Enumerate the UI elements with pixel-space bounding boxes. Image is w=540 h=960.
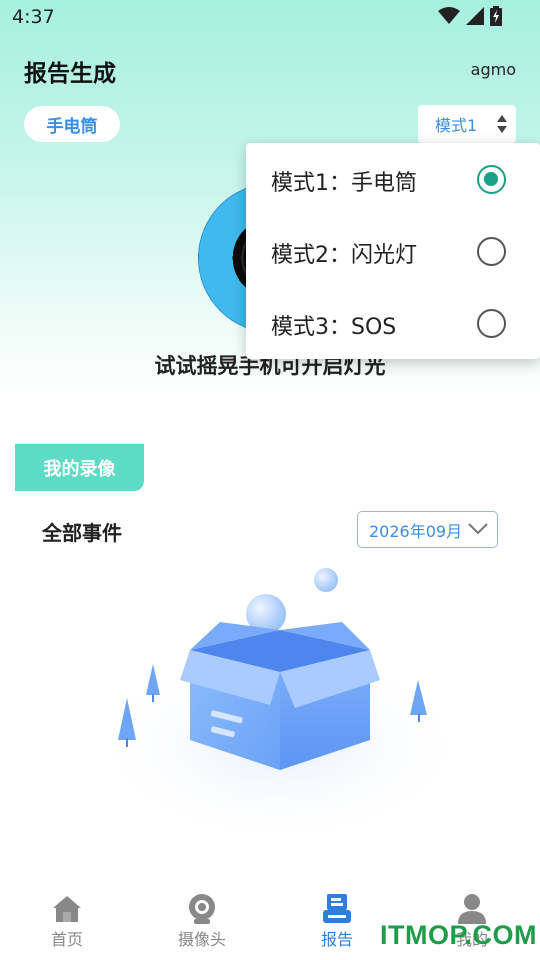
dropdown-option-sos[interactable]: 模式3：SOS: [246, 287, 540, 359]
flashlight-mode-pill[interactable]: 手电筒: [24, 106, 120, 142]
mode-select[interactable]: 模式1: [418, 105, 516, 143]
dropdown-option-flashlight[interactable]: 模式1：手电筒: [246, 143, 540, 215]
dropdown-option-label: 模式2：闪光灯: [271, 243, 417, 268]
battery-charging-icon: [490, 6, 502, 26]
empty-box-illustration: [90, 568, 470, 845]
all-events-title: 全部事件: [42, 521, 122, 545]
radio-unselected[interactable]: [477, 309, 506, 338]
report-icon: [323, 894, 351, 923]
dropdown-option-strobe[interactable]: 模式2：闪光灯: [246, 215, 540, 287]
nav-label: 报告: [320, 930, 353, 949]
nav-label: 摄像头: [177, 930, 226, 949]
camera-icon: [189, 894, 215, 924]
radio-unselected[interactable]: [477, 237, 506, 266]
home-icon: [53, 896, 81, 922]
chevron-down-icon: [468, 523, 488, 535]
status-icons: [438, 6, 502, 26]
sort-arrows-icon: [497, 115, 507, 133]
nav-item-report[interactable]: 报告: [287, 892, 387, 950]
mode-select-value: 模式1: [435, 116, 478, 135]
status-time: 4:37: [12, 6, 55, 28]
nav-label: 首页: [50, 930, 83, 949]
status-bar: 4:37: [0, 0, 540, 36]
nav-item-camera[interactable]: 摄像头: [152, 892, 252, 950]
nav-item-home[interactable]: 首页: [17, 892, 117, 950]
wifi-icon: [438, 7, 460, 24]
radio-selected[interactable]: [477, 165, 506, 194]
dropdown-option-label: 模式3：SOS: [271, 315, 397, 340]
month-select[interactable]: 2026年09月: [357, 511, 498, 548]
mode-dropdown: 模式1：手电筒 模式2：闪光灯 模式3：SOS: [246, 143, 540, 359]
cellular-signal-icon: [466, 7, 484, 25]
my-recordings-tab[interactable]: 我的录像: [15, 444, 144, 491]
page-title: 报告生成: [24, 61, 116, 87]
watermark: ITMOP.COM: [380, 920, 538, 950]
month-select-value: 2026年09月: [369, 521, 463, 541]
user-name[interactable]: agmo: [471, 60, 516, 79]
dropdown-option-label: 模式1：手电筒: [271, 171, 417, 196]
